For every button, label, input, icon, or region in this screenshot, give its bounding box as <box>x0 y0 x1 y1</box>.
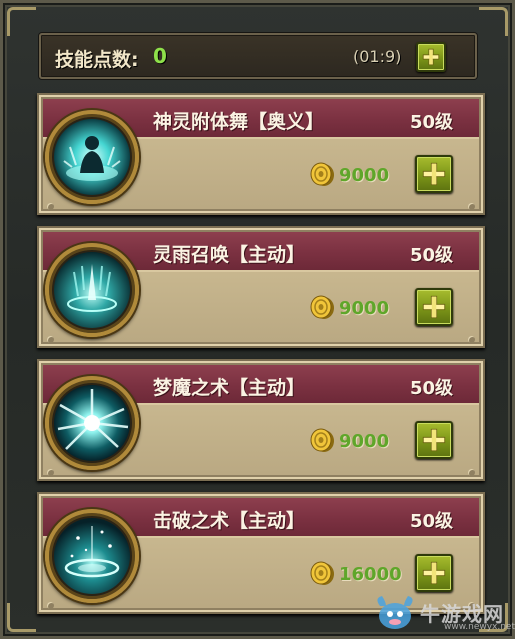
upgrade-skill-button[interactable] <box>415 421 453 459</box>
gold-coin-icon <box>310 162 334 186</box>
plus-icon <box>422 162 446 186</box>
upgrade-skill-button[interactable] <box>415 288 453 326</box>
rivet <box>468 469 475 476</box>
skill-name: 梦魔之术【主动】 <box>153 377 306 399</box>
rivet <box>47 203 54 210</box>
upgrade-skill-button[interactable] <box>415 554 453 592</box>
frame-corner <box>7 603 36 632</box>
skill-level: 50级 <box>409 112 453 133</box>
break-technique-icon[interactable] <box>45 509 139 603</box>
plus-icon <box>422 561 446 585</box>
watermark-url: www.newyx.net <box>444 622 515 632</box>
skill-upgrade-cost: 9000 <box>339 298 390 319</box>
skill-points-value: 0 <box>153 44 167 68</box>
skill-panel: 技能点数: 0 (01:9) 神灵附体舞【奥义】 50级 9000 灵雨召唤【主… <box>0 0 515 639</box>
skill-upgrade-cost: 16000 <box>339 564 402 585</box>
skill-level: 50级 <box>409 511 453 532</box>
skill-upgrade-cost: 9000 <box>339 165 390 186</box>
spirit-rain-icon[interactable] <box>45 243 139 337</box>
plus-icon <box>422 428 446 452</box>
gold-coin-icon <box>310 561 334 585</box>
skill-name: 击破之术【主动】 <box>153 510 306 532</box>
spirit-dance-icon[interactable] <box>45 110 139 204</box>
nightmare-burst-icon[interactable] <box>45 376 139 470</box>
plus-icon <box>422 48 440 66</box>
rivet <box>468 203 475 210</box>
skill-name: 神灵附体舞【奥义】 <box>153 111 325 133</box>
gold-coin-icon <box>310 428 334 452</box>
skill-level: 50级 <box>409 378 453 399</box>
rivet <box>47 336 54 343</box>
plus-icon <box>422 295 446 319</box>
skill-points-label: 技能点数: <box>55 49 139 71</box>
upgrade-skill-button[interactable] <box>415 155 453 193</box>
skill-points-bar: 技能点数: 0 (01:9) <box>39 33 477 79</box>
skill-card: 梦魔之术【主动】 50级 9000 <box>37 359 485 481</box>
skill-card: 神灵附体舞【奥义】 50级 9000 <box>37 93 485 215</box>
frame-corner <box>7 7 36 36</box>
watermark-logo <box>377 596 413 629</box>
gold-coin-icon <box>310 295 334 319</box>
skill-points-timer: (01:9) <box>353 47 402 66</box>
skill-name: 灵雨召唤【主动】 <box>153 244 306 266</box>
skill-card: 灵雨召唤【主动】 50级 9000 <box>37 226 485 348</box>
skill-upgrade-cost: 9000 <box>339 431 390 452</box>
add-skill-points-button[interactable] <box>416 42 446 72</box>
skill-level: 50级 <box>409 245 453 266</box>
rivet <box>47 469 54 476</box>
frame-corner <box>479 7 508 36</box>
rivet <box>47 602 54 609</box>
rivet <box>468 336 475 343</box>
